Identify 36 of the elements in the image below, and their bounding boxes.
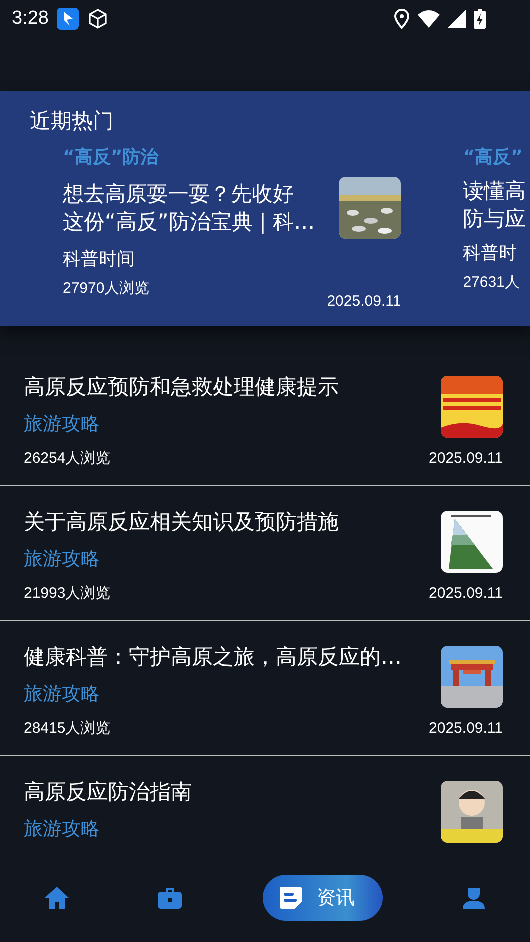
app-notification-icon [56,8,79,30]
article-category: 旅游攻略 [24,817,101,842]
view-count: 27970人浏览 [63,279,150,299]
card-title[interactable]: 想去高原耍一耍？先收好 这份“高反”防治宝典 | 科… [63,180,316,236]
article-title[interactable]: 高原反应防治指南 [24,778,441,806]
battery-icon [474,9,486,29]
location-icon [394,9,410,29]
article-date: 2025.09.11 [429,450,503,467]
article-category: 旅游攻略 [24,412,101,437]
card-source: 科普时 [463,242,518,265]
cube-icon [86,8,109,30]
view-count: 27631人 [463,273,520,292]
signal-icon [448,10,466,28]
article-category: 旅游攻略 [24,682,101,707]
article-title[interactable]: 高原反应预防和急救处理健康提示 [24,373,430,401]
section-title: 近期热门 [30,108,115,135]
document-icon [278,886,303,910]
article-category: 旅游攻略 [24,547,101,572]
article-title[interactable]: 健康科普：守护高原之旅，高原反应的… [24,643,430,671]
view-count: 21993人浏览 [24,584,112,603]
card-date: 2025.09.11 [327,293,402,310]
article-title[interactable]: 关于高原反应相关知识及预防措施 [24,508,430,536]
news-tab[interactable]: 资讯 [262,875,383,921]
wifi-icon [418,10,440,28]
briefcase-icon [157,886,184,910]
card-tag: “高反” [463,145,530,169]
user-icon [462,886,486,910]
article-date: 2025.09.11 [429,720,503,737]
home-icon [44,886,70,910]
card-source: 科普时间 [63,248,136,271]
article-date: 2025.09.11 [429,585,503,602]
view-count: 26254人浏览 [24,449,112,468]
card-tag: “高反”防治 [63,145,402,169]
view-count: 28415人浏览 [24,719,112,738]
status-time: 3:28 [12,8,49,30]
card-title[interactable]: 读懂高 防与应 [463,177,526,233]
